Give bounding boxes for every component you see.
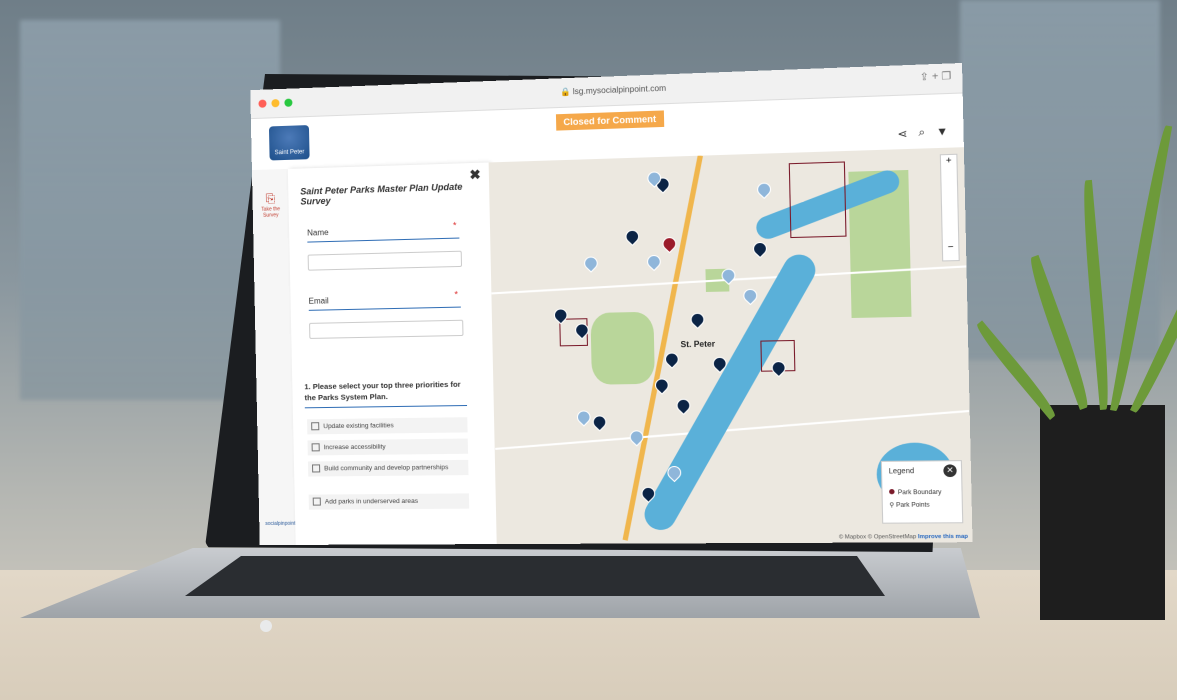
map[interactable]: St. Peter + − Legend ✕ Park Boundary ⚲ P… <box>488 147 973 545</box>
checkbox[interactable] <box>311 443 320 452</box>
zoom-slider[interactable] <box>941 165 958 241</box>
webcam-light <box>260 620 272 632</box>
option-build-community[interactable]: Build community and develop partnerships <box>307 459 469 477</box>
close-icon[interactable]: ✕ <box>943 464 957 478</box>
legend-item-park-points: ⚲ Park Points <box>889 501 929 509</box>
park-boundary <box>788 161 847 239</box>
name-field[interactable] <box>307 250 463 271</box>
tabs-icon[interactable]: ❐ <box>941 71 951 83</box>
keyboard <box>185 556 885 596</box>
map-legend: Legend ✕ Park Boundary ⚲ Park Points <box>880 460 964 524</box>
option-add-parks[interactable]: Add parks in underserved areas <box>308 493 470 510</box>
required-marker: * <box>454 289 459 300</box>
zoom-in-button[interactable]: + <box>941 155 957 166</box>
legend-label: Park Points <box>895 502 930 509</box>
status-badge: Closed for Comment <box>555 110 664 131</box>
option-label: Build community and develop partnerships <box>324 464 449 473</box>
name-label: Name <box>307 227 329 238</box>
minnesota-river <box>638 249 822 536</box>
park-point-pin[interactable] <box>581 253 601 273</box>
close-window-button[interactable] <box>258 99 267 108</box>
park-point-pin[interactable] <box>740 286 761 306</box>
park-boundary-swatch <box>889 489 895 495</box>
legend-label: Park Boundary <box>897 489 942 497</box>
new-tab-icon[interactable]: + <box>932 71 942 83</box>
legend-title: Legend <box>888 467 915 476</box>
checkbox[interactable] <box>312 464 321 473</box>
survey-title: Saint Peter Parks Master Plan Update Sur… <box>300 181 463 207</box>
option-label: Add parks in underserved areas <box>324 497 419 506</box>
saint-peter-logo[interactable]: Saint Peter <box>268 125 310 161</box>
option-label: Update existing facilities <box>323 422 394 431</box>
search-icon[interactable]: ⌕ <box>918 126 925 140</box>
town-label: St. Peter <box>680 339 716 350</box>
option-update-facilities[interactable]: Update existing facilities <box>307 417 468 435</box>
name-underline <box>307 237 460 243</box>
socialpinpoint-logo: socialpinpoint <box>265 520 296 527</box>
checkbox[interactable] <box>311 422 320 431</box>
park-point-pin[interactable] <box>687 310 708 330</box>
option-label: Increase accessibility <box>323 443 386 452</box>
legend-item-park-boundary: Park Boundary <box>889 489 941 497</box>
header-tools: ⋖ ⌕ ▼ <box>897 126 948 141</box>
email-field[interactable] <box>309 319 464 339</box>
park-point-pin[interactable] <box>659 234 680 254</box>
share-icon[interactable]: ⋖ <box>897 127 907 141</box>
clipboard-icon: ⎘ <box>265 191 276 206</box>
filter-icon[interactable]: ▼ <box>936 126 948 140</box>
plant-pot <box>1040 405 1165 620</box>
email-underline <box>308 306 461 311</box>
survey-panel: ✖ Saint Peter Parks Master Plan Update S… <box>287 162 497 545</box>
park-point-pin[interactable] <box>622 227 642 246</box>
take-survey-label: Take the Survey <box>261 206 281 219</box>
question-underline <box>304 404 468 409</box>
share-icon[interactable]: ⇪ <box>920 72 929 84</box>
improve-map-link[interactable]: Improve this map <box>918 534 968 541</box>
take-survey-button[interactable]: ⎘ Take the Survey <box>254 191 286 219</box>
zoom-control[interactable]: + − <box>939 153 960 262</box>
park-point-pin[interactable] <box>673 396 694 416</box>
email-label: Email <box>308 296 329 306</box>
required-marker: * <box>452 220 457 231</box>
url-text: lsg.mysocialpinpoint.com <box>572 83 667 97</box>
address-bar[interactable]: 🔒 lsg.mysocialpinpoint.com <box>514 80 714 102</box>
laptop-screen: 🔒 lsg.mysocialpinpoint.com ⇪ + ❐ Saint P… <box>250 62 973 546</box>
zoom-out-button[interactable]: − <box>943 241 959 252</box>
checkbox[interactable] <box>312 497 321 506</box>
minimize-window-button[interactable] <box>271 99 280 108</box>
window-controls[interactable] <box>258 98 293 108</box>
lock-icon: 🔒 <box>559 87 573 97</box>
map-attribution: © Mapbox © OpenStreetMap Improve this ma… <box>839 534 968 541</box>
park-point-pin[interactable] <box>754 179 774 199</box>
park-point-pin[interactable] <box>750 239 770 259</box>
attribution-text: © Mapbox © OpenStreetMap <box>838 534 917 541</box>
park-point-pin[interactable] <box>574 407 594 427</box>
park-point-pin[interactable] <box>662 349 682 369</box>
question-1: 1. Please select your top three prioriti… <box>304 379 461 403</box>
park-point-pin[interactable] <box>589 412 610 432</box>
park-point-pin[interactable] <box>644 252 664 272</box>
browser-actions[interactable]: ⇪ + ❐ <box>920 71 952 84</box>
option-increase-accessibility[interactable]: Increase accessibility <box>307 438 469 456</box>
maximize-window-button[interactable] <box>284 98 293 107</box>
park-area <box>590 311 655 385</box>
